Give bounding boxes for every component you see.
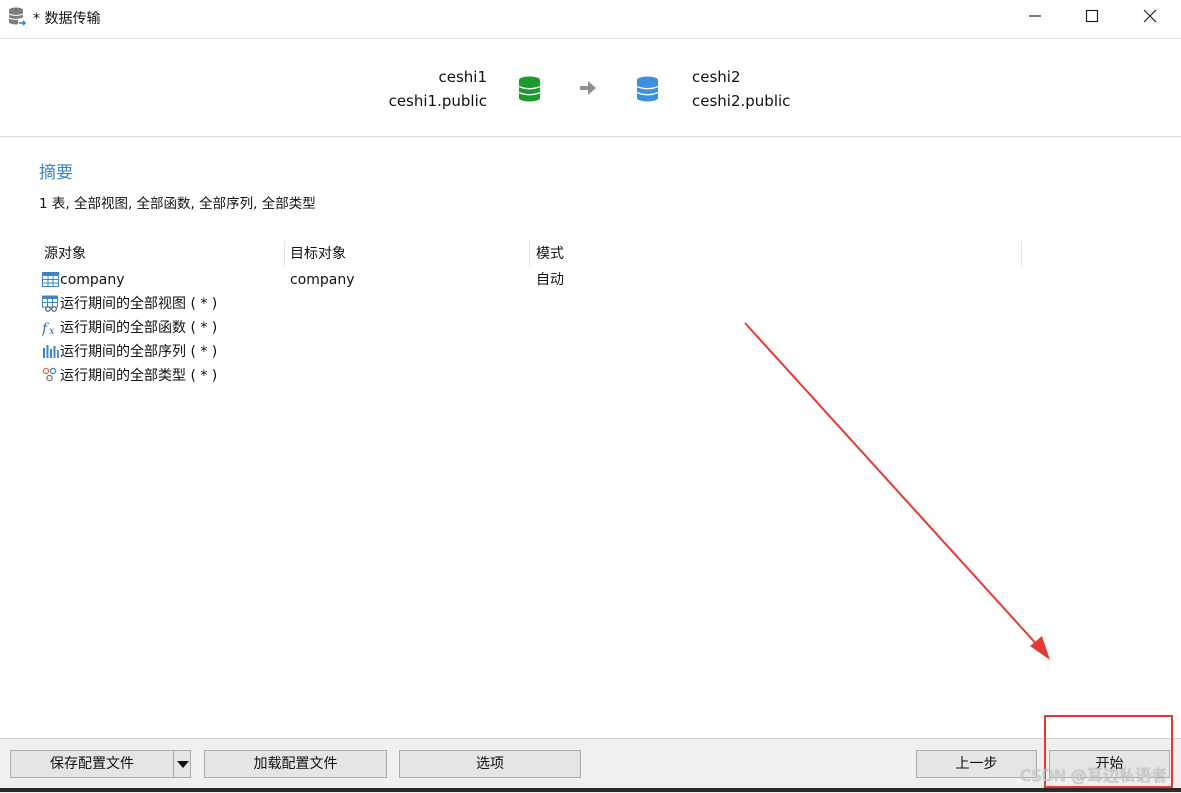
maximize-icon — [1085, 9, 1099, 23]
save-profile-button[interactable]: 保存配置文件 — [10, 750, 174, 778]
column-divider[interactable] — [1021, 241, 1022, 267]
row-mode: 自动 — [536, 272, 564, 288]
row-source-object: 运行期间的全部类型 ( * ) — [60, 368, 218, 384]
minimize-button[interactable] — [1006, 0, 1064, 32]
options-button[interactable]: 选项 — [399, 750, 581, 778]
close-button[interactable] — [1121, 0, 1179, 32]
type-icon — [42, 367, 57, 382]
row-source-object: 运行期间的全部函数 ( * ) — [60, 320, 218, 336]
close-icon — [1143, 9, 1157, 23]
window-title: * 数据传输 — [33, 11, 101, 27]
table-row[interactable]: 运行期间的全部类型 ( * ) — [38, 364, 1022, 388]
data-transfer-app-icon — [8, 7, 27, 27]
taskbar-edge — [0, 788, 1181, 792]
source-database-icon — [518, 76, 541, 102]
row-source-object: 运行期间的全部视图 ( * ) — [60, 296, 218, 312]
row-source-object: 运行期间的全部序列 ( * ) — [60, 344, 218, 360]
summary-description: 1 表, 全部视图, 全部函数, 全部序列, 全部类型 — [39, 196, 316, 212]
source-schema-name: ceshi1.public — [388, 92, 487, 110]
row-source-object: company — [60, 272, 125, 288]
transfer-arrow-icon — [580, 81, 596, 95]
svg-text:x: x — [49, 326, 55, 336]
table-row[interactable]: company company 自动 — [38, 268, 1022, 292]
sequence-icon — [43, 345, 59, 358]
back-button[interactable]: 上一步 — [916, 750, 1037, 778]
save-profile-dropdown-button[interactable] — [173, 750, 191, 778]
table-row[interactable]: 运行期间的全部序列 ( * ) — [38, 340, 1022, 364]
function-icon: f x — [42, 321, 55, 336]
target-schema-name: ceshi2.public — [692, 92, 791, 110]
table-icon — [42, 272, 59, 287]
table-row[interactable]: f x 运行期间的全部函数 ( * ) — [38, 316, 1022, 340]
title-bar: * 数据传输 — [0, 0, 1181, 39]
wizard-footer: 保存配置文件 加载配置文件 选项 上一步 开始 — [0, 738, 1181, 793]
source-connection-info: ceshi1 ceshi1.public — [389, 65, 487, 113]
start-button[interactable]: 开始 — [1049, 750, 1170, 778]
view-icon — [42, 295, 58, 312]
target-database-icon — [636, 76, 659, 102]
target-connection-name: ceshi2 — [692, 68, 741, 86]
table-row[interactable]: 运行期间的全部视图 ( * ) — [38, 292, 1022, 316]
summary-heading: 摘要 — [39, 163, 73, 183]
maximize-button[interactable] — [1063, 0, 1121, 32]
load-profile-button[interactable]: 加载配置文件 — [204, 750, 387, 778]
connection-header: ceshi1 ceshi1.public ceshi2 ceshi2.publi… — [0, 39, 1181, 137]
target-connection-info: ceshi2 ceshi2.public — [692, 65, 790, 113]
column-header-target[interactable]: 目标对象 — [284, 241, 530, 267]
source-connection-name: ceshi1 — [438, 68, 487, 86]
minimize-icon — [1029, 15, 1041, 17]
chevron-down-icon — [177, 761, 189, 768]
column-header-source[interactable]: 源对象 — [38, 241, 284, 267]
row-target-object: company — [290, 272, 355, 288]
column-header-mode[interactable]: 模式 — [530, 241, 1020, 267]
